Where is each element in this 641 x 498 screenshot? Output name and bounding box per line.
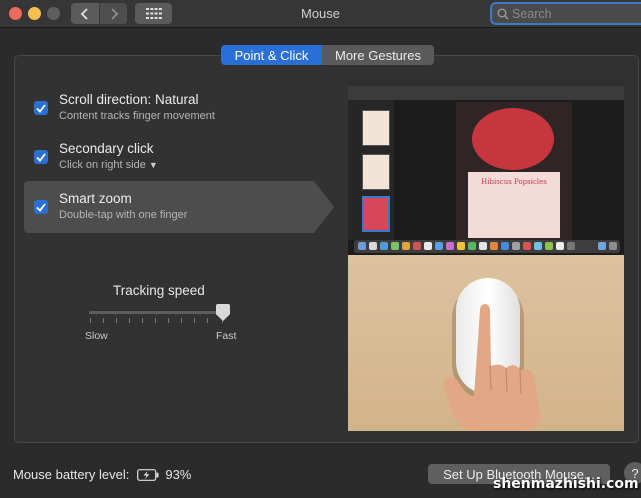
checkmark-icon	[36, 152, 46, 162]
battery-status: Mouse battery level: 93%	[13, 467, 191, 482]
chevron-down-icon: ▼	[148, 160, 158, 170]
battery-label: Mouse battery level:	[13, 467, 130, 482]
tracking-speed-slider[interactable]	[89, 311, 229, 314]
checkmark-icon	[36, 103, 46, 113]
option-title: Smart zoom	[59, 191, 132, 206]
slider-tick	[168, 318, 169, 323]
smart-zoom-checkbox[interactable]	[34, 200, 48, 214]
search-field[interactable]	[490, 2, 641, 25]
tab-point-and-click[interactable]: Point & Click	[221, 45, 322, 65]
preview-dock	[354, 240, 620, 253]
watermark: shenmazhishi.com	[493, 476, 639, 492]
slider-tick	[129, 318, 130, 323]
preview-sidebar	[348, 100, 394, 240]
preview-doc-title: Hibiscus Popsicles	[481, 178, 547, 186]
tab-bar: Point & Click More Gestures	[221, 45, 434, 65]
option-subtitle: Content tracks finger movement	[59, 110, 215, 122]
preview-document: Hibiscus Popsicles	[456, 102, 572, 240]
option-scroll-direction[interactable]: Scroll direction: Natural Content tracks…	[24, 82, 314, 134]
slider-tick	[90, 318, 91, 323]
option-smart-zoom[interactable]: Smart zoom Double-tap with one finger	[24, 181, 334, 233]
tracking-speed-label: Tracking speed	[113, 283, 205, 298]
slider-tick	[194, 318, 195, 323]
search-input[interactable]	[512, 6, 632, 21]
checkmark-icon	[36, 202, 46, 212]
tab-more-gestures[interactable]: More Gestures	[322, 45, 434, 65]
preview-screen: Hibiscus Popsicles	[348, 80, 624, 255]
gesture-preview-image: Hibiscus Popsicles	[348, 80, 624, 431]
scroll-direction-checkbox[interactable]	[34, 101, 48, 115]
slider-tick	[116, 318, 117, 323]
option-subtitle: Double-tap with one finger	[59, 209, 188, 221]
slider-tick	[207, 318, 208, 323]
option-subtitle: Click on right side	[59, 159, 146, 171]
hand-illustration	[444, 304, 541, 431]
secondary-click-checkbox[interactable]	[34, 150, 48, 164]
battery-icon	[137, 468, 159, 481]
battery-percentage: 93%	[165, 467, 192, 482]
slider-tick	[155, 318, 156, 323]
secondary-click-dropdown[interactable]: Click on right side ▼	[59, 159, 158, 171]
search-icon	[497, 8, 509, 20]
title-bar: Mouse	[0, 0, 641, 28]
option-title: Secondary click	[59, 141, 154, 156]
option-secondary-click[interactable]: Secondary click Click on right side ▼	[24, 131, 314, 183]
slider-min-label: Slow	[85, 330, 108, 342]
slider-max-label: Fast	[216, 330, 237, 342]
slider-tick	[103, 318, 104, 323]
slider-tick	[142, 318, 143, 323]
slider-tick	[181, 318, 182, 323]
option-title: Scroll direction: Natural	[59, 92, 199, 107]
